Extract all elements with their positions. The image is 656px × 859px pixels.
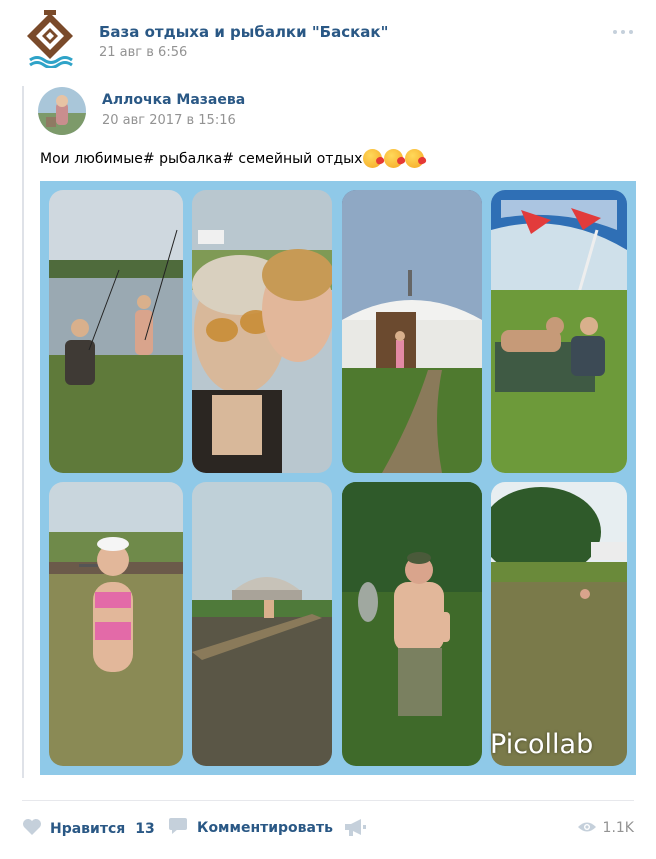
footer-divider [22,800,634,801]
group-name-link[interactable]: База отдыха и рыбалки "Баскак" [99,23,388,41]
photo-collage[interactable]: Picollab [40,181,636,775]
post-footer: Нравится 13 Комментировать 1.1K [22,812,636,848]
post-text: Мои любимые# рыбалка# семейный отдых [40,149,425,168]
views-count: 1.1K [602,819,634,836]
picollab-watermark: Picollab [490,729,594,760]
more-horizontal-icon[interactable] [610,24,636,40]
avatar[interactable] [38,87,86,135]
photo-yurt[interactable] [342,190,482,473]
heart-icon [22,818,42,840]
group-logo[interactable] [24,10,76,69]
post-header: База отдыха и рыбалки "Баскак" 21 авг в … [24,8,636,70]
kiss-emoji-icon [384,149,404,168]
comment-icon [169,818,187,838]
photo-umbrella[interactable] [491,190,627,473]
like-button[interactable]: Нравится 13 [22,818,155,840]
like-count: 13 [135,821,155,837]
post-text-content: Мои любимые# рыбалка# семейный отдых [40,150,363,167]
repost: Аллочка Мазаева 20 авг 2017 в 15:16 Мои … [22,86,636,778]
author-name-link[interactable]: Аллочка Мазаева [102,92,245,108]
photo-pier[interactable] [192,482,332,766]
photo-man-fish[interactable] [342,482,482,766]
eye-icon [577,818,596,837]
photo-selfie[interactable] [192,190,332,473]
photo-pond[interactable] [491,482,627,766]
post-date-link[interactable]: 21 авг в 6:56 [99,45,187,60]
kiss-emojis [363,149,425,168]
photo-girl-swimsuit[interactable] [49,482,183,766]
share-button[interactable] [345,818,367,840]
photo-fishing-kids[interactable] [49,190,183,473]
kiss-emoji-icon [405,149,425,168]
like-label: Нравится [50,821,126,837]
megaphone-icon [345,819,367,840]
kiss-emoji-icon [363,149,383,168]
comment-button[interactable]: Комментировать [169,818,333,838]
repost-date-link[interactable]: 20 авг 2017 в 15:16 [102,113,236,128]
comment-label: Комментировать [197,820,333,836]
views-counter: 1.1K [577,818,634,837]
